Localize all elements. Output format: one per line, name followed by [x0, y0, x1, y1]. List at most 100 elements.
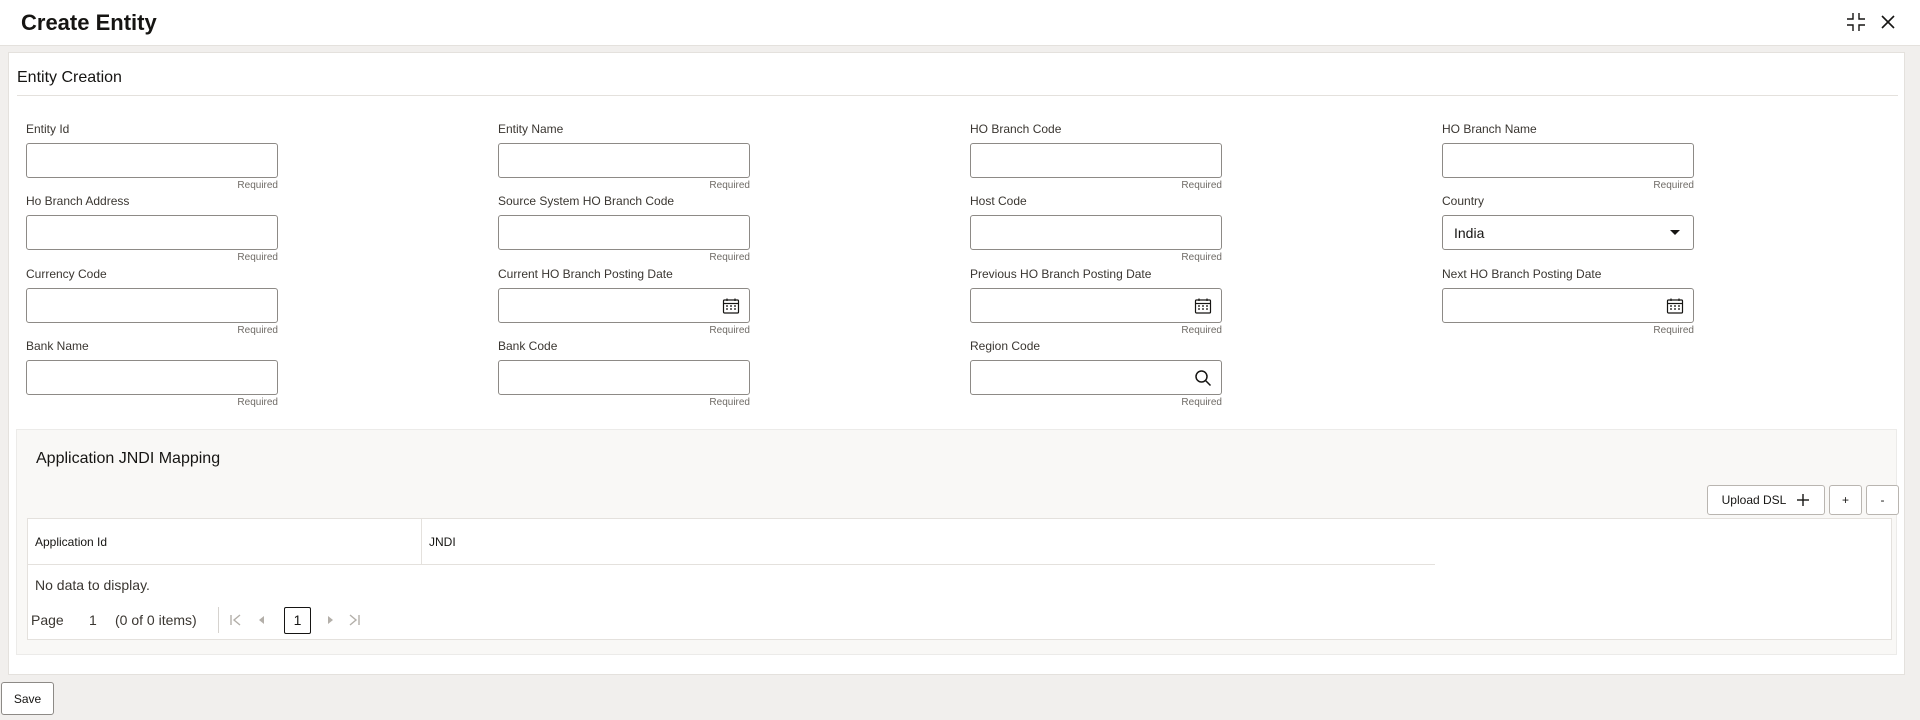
next-ho-branch-posting-date-input[interactable] [1443, 289, 1693, 322]
host-code-input[interactable] [971, 216, 1221, 249]
field-label: Currency Code [26, 267, 107, 281]
dialog-header: Create Entity [0, 0, 1920, 46]
field-label: Region Code [970, 339, 1041, 353]
region-code-input[interactable] [971, 361, 1221, 394]
entity-id-field: Entity Id Required [26, 121, 278, 191]
remove-row-button[interactable]: - [1866, 485, 1899, 515]
region-code-field: Region Code Required [970, 338, 1222, 408]
page-label: Page [31, 612, 64, 628]
ho-branch-code-field: HO Branch Code Required [970, 121, 1222, 191]
plus-icon [1796, 493, 1810, 507]
ho-branch-name-input[interactable] [1443, 144, 1693, 177]
field-label: HO Branch Name [1442, 122, 1537, 136]
country-select[interactable]: India [1442, 215, 1694, 250]
add-row-button[interactable]: + [1829, 485, 1862, 515]
close-icon[interactable] [1876, 10, 1900, 34]
field-label: Bank Code [498, 339, 558, 353]
entity-id-input[interactable] [27, 144, 277, 177]
required-hint: Required [237, 325, 278, 336]
jndi-section-title: Application JNDI Mapping [36, 450, 221, 467]
current-ho-branch-posting-date-input[interactable] [499, 289, 749, 322]
region-code-box[interactable] [970, 360, 1222, 395]
minimize-icon[interactable] [1844, 10, 1868, 34]
section-divider [17, 95, 1898, 96]
field-label: HO Branch Code [970, 122, 1062, 136]
upload-dsl-label: Upload DSL [1721, 493, 1787, 507]
required-hint: Required [1181, 252, 1222, 263]
currency-code-box[interactable] [26, 288, 278, 323]
current-ho-branch-posting-date-box[interactable] [498, 288, 750, 323]
source-system-ho-branch-code-input[interactable] [499, 216, 749, 249]
entity-name-input[interactable] [499, 144, 749, 177]
calendar-icon[interactable] [1665, 297, 1685, 315]
source-system-ho-branch-code-box[interactable] [498, 215, 750, 250]
required-hint: Required [709, 325, 750, 336]
field-label: Entity Id [26, 122, 70, 136]
search-icon[interactable] [1193, 369, 1213, 387]
first-page-icon[interactable] [227, 611, 245, 629]
calendar-icon[interactable] [1193, 297, 1213, 315]
currency-code-field: Currency Code Required [26, 266, 278, 336]
previous-ho-branch-posting-date-box[interactable] [970, 288, 1222, 323]
bank-name-field: Bank Name Required [26, 338, 278, 408]
field-label: Source System HO Branch Code [498, 194, 675, 208]
ho-branch-code-input[interactable] [971, 144, 1221, 177]
entity-creation-panel: Entity Creation Entity Id Required Entit… [8, 52, 1905, 675]
bank-code-input[interactable] [499, 361, 749, 394]
required-hint: Required [1181, 325, 1222, 336]
currency-code-input[interactable] [27, 289, 277, 322]
next-page-icon[interactable] [321, 611, 339, 629]
ho-branch-address-field: Ho Branch Address Required [26, 193, 278, 263]
entity-name-box[interactable] [498, 143, 750, 178]
country-selected-value: India [1454, 225, 1485, 241]
required-hint: Required [1181, 397, 1222, 408]
table-header: Application Id JNDI [28, 519, 1435, 565]
column-header-jndi[interactable]: JNDI [422, 519, 1435, 565]
pager-divider [218, 607, 219, 633]
source-system-ho-branch-code-field: Source System HO Branch Code Required [498, 193, 750, 263]
ho-branch-name-field: HO Branch Name Required [1442, 121, 1694, 191]
field-label: Country [1442, 194, 1485, 208]
next-ho-branch-posting-date-box[interactable] [1442, 288, 1694, 323]
next-ho-branch-posting-date-field: Next HO Branch Posting Date Required [1442, 266, 1694, 336]
field-label: Current HO Branch Posting Date [498, 267, 673, 281]
field-label: Entity Name [498, 122, 564, 136]
current-page-button[interactable]: 1 [284, 607, 311, 634]
current-ho-branch-posting-date-field: Current HO Branch Posting Date Required [498, 266, 750, 336]
bank-name-box[interactable] [26, 360, 278, 395]
last-page-icon[interactable] [345, 611, 363, 629]
column-header-application-id[interactable]: Application Id [28, 519, 422, 565]
field-label: Previous HO Branch Posting Date [970, 267, 1152, 281]
required-hint: Required [1653, 180, 1694, 191]
upload-dsl-button[interactable]: Upload DSL [1707, 485, 1825, 515]
required-hint: Required [237, 397, 278, 408]
ho-branch-code-box[interactable] [970, 143, 1222, 178]
previous-page-icon[interactable] [253, 611, 271, 629]
calendar-icon[interactable] [721, 297, 741, 315]
previous-ho-branch-posting-date-field: Previous HO Branch Posting Date Required [970, 266, 1222, 336]
required-hint: Required [237, 180, 278, 191]
ho-branch-name-box[interactable] [1442, 143, 1694, 178]
empty-table-message: No data to display. [35, 577, 150, 593]
caret-down-icon[interactable] [1665, 224, 1685, 242]
field-label: Next HO Branch Posting Date [1442, 267, 1602, 281]
ho-branch-address-box[interactable] [26, 215, 278, 250]
page-title: Create Entity [21, 10, 157, 35]
bank-code-box[interactable] [498, 360, 750, 395]
ho-branch-address-input[interactable] [27, 216, 277, 249]
field-label: Bank Name [26, 339, 89, 353]
previous-ho-branch-posting-date-input[interactable] [971, 289, 1221, 322]
items-count: (0 of 0 items) [115, 612, 197, 628]
required-hint: Required [709, 180, 750, 191]
save-button[interactable]: Save [1, 682, 54, 715]
host-code-box[interactable] [970, 215, 1222, 250]
bank-name-input[interactable] [27, 361, 277, 394]
pagination: Page 1 (0 of 0 items) 1 [31, 605, 631, 635]
entity-id-box[interactable] [26, 143, 278, 178]
required-hint: Required [1181, 180, 1222, 191]
country-field: Country India [1442, 193, 1694, 250]
entity-name-field: Entity Name Required [498, 121, 750, 191]
page-number: 1 [89, 612, 97, 628]
host-code-field: Host Code Required [970, 193, 1222, 263]
field-label: Ho Branch Address [26, 194, 130, 208]
